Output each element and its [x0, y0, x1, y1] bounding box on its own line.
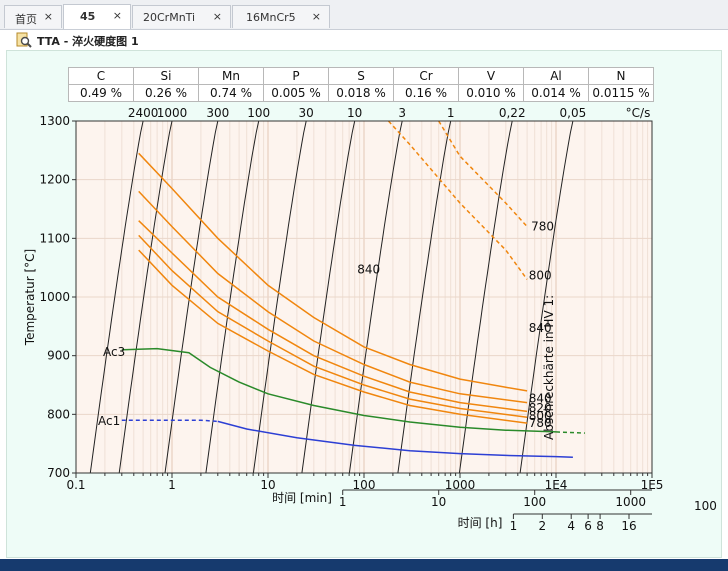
- cooling-rate-label-100: 100: [247, 106, 270, 120]
- cooling-rate-label-1: 1: [447, 106, 455, 120]
- minutes-tick-label: 100: [523, 495, 546, 509]
- cooling-rate-label-0,22: 0,22: [499, 106, 526, 120]
- curve-label-780-1: 780: [531, 220, 554, 234]
- curve-label-800-2: 800: [529, 268, 552, 282]
- hours-tick-label: 2: [538, 519, 546, 533]
- hours-tick-label: 1: [510, 519, 518, 533]
- minutes-tick-label: 1000: [615, 495, 646, 509]
- minutes-tick-label: 10: [431, 495, 446, 509]
- tta-chart: 7008009001000110012001300Temperatur [°C]…: [23, 106, 717, 533]
- hours-axis-label: 时间 [h]: [458, 516, 503, 530]
- hours-tick-label: 8: [596, 519, 604, 533]
- y-tick-label: 1200: [39, 173, 70, 187]
- hardness-label: Abschreckhärte in HV 1:: [542, 295, 556, 440]
- y-axis-label: Temperatur [°C]: [23, 249, 37, 346]
- cooling-rate-label-2400: 2400: [128, 106, 159, 120]
- y-tick-label: 1100: [39, 231, 70, 245]
- hours-tick-label: 4: [567, 519, 575, 533]
- hours-upper-label: 100: [694, 499, 717, 513]
- minutes-tick-label: 1: [339, 495, 347, 509]
- x-tick-label: 0.1: [66, 478, 85, 492]
- cooling-rate-label-1000: 1000: [157, 106, 188, 120]
- hours-tick-label: 16: [621, 519, 636, 533]
- cooling-rate-label-0,05: 0,05: [560, 106, 587, 120]
- y-tick-label: 900: [47, 349, 70, 363]
- status-bar: [0, 559, 728, 571]
- x-tick-label: 10: [260, 478, 275, 492]
- ac3-label: Ac3: [103, 345, 125, 359]
- cooling-rate-label-30: 30: [299, 106, 314, 120]
- cooling-rate-unit: °C/s: [626, 106, 651, 120]
- x-tick-label: 1: [168, 478, 176, 492]
- y-tick-label: 800: [47, 407, 70, 421]
- y-tick-label: 1300: [39, 114, 70, 128]
- cooling-rate-label-3: 3: [398, 106, 406, 120]
- curve-label-840-0: 840: [357, 263, 380, 277]
- hours-tick-label: 6: [584, 519, 592, 533]
- cooling-rate-label-300: 300: [206, 106, 229, 120]
- y-tick-label: 1000: [39, 290, 70, 304]
- ac1-label: Ac1: [98, 414, 120, 428]
- cooling-rate-label-10: 10: [347, 106, 362, 120]
- minutes-axis-label: 时间 [min]: [272, 491, 332, 505]
